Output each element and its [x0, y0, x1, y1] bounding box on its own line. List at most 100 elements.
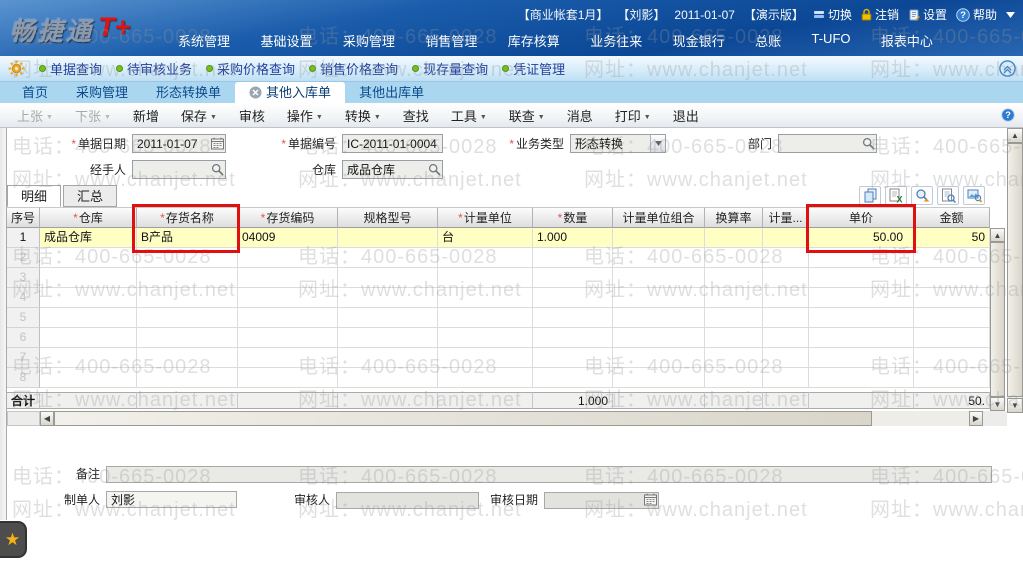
toolbar-button-消息[interactable]: 消息 [556, 106, 604, 125]
grid-cell[interactable] [705, 348, 763, 368]
grid-column-header-数量[interactable]: *数量 [533, 207, 613, 228]
main-menu-item[interactable]: 基础设置 [260, 31, 312, 50]
quick-link[interactable]: 凭证管理 [502, 59, 565, 78]
grid-cell[interactable] [763, 328, 809, 348]
scroll-thumb[interactable] [1007, 143, 1023, 397]
row-number-cell[interactable]: 1 [7, 228, 40, 248]
tab-采购管理[interactable]: 采购管理 [62, 82, 142, 103]
grid-toolbar-picture-lookup-icon[interactable] [963, 186, 985, 205]
table-row[interactable]: 3 [7, 268, 1007, 288]
grid-cell[interactable] [613, 288, 705, 308]
grid-cell[interactable] [338, 328, 438, 348]
table-row[interactable]: 5 [7, 308, 1007, 328]
scroll-down-button[interactable]: ▼ [990, 397, 1005, 411]
grid-toolbar-copy-icon[interactable] [859, 186, 881, 205]
toolbar-button-新增[interactable]: 新增 [122, 106, 170, 125]
grid-cell[interactable] [705, 268, 763, 288]
grid-cell[interactable] [763, 248, 809, 268]
scroll-right-button[interactable]: ▶ [969, 411, 983, 426]
calendar-icon[interactable] [644, 493, 657, 506]
grid-cell[interactable] [914, 368, 990, 388]
grid-cell[interactable] [914, 308, 990, 328]
grid-cell[interactable] [705, 368, 763, 388]
table-row[interactable]: 8 [7, 368, 1007, 388]
grid-cell[interactable] [40, 248, 137, 268]
tab-形态转换单[interactable]: 形态转换单 [142, 82, 235, 103]
main-menu-item[interactable]: 销售管理 [425, 31, 477, 50]
search-icon[interactable] [862, 137, 875, 150]
grid-cell[interactable] [438, 308, 533, 328]
help-icon[interactable]: ? [1001, 108, 1015, 122]
grid-column-header-计量...[interactable]: 计量... [763, 207, 809, 228]
toolbar-button-保存[interactable]: 保存 ▼ [170, 106, 228, 125]
grid-cell[interactable] [137, 268, 238, 288]
grid-cell[interactable] [238, 368, 338, 388]
scroll-thumb[interactable] [54, 411, 872, 426]
main-menu-item[interactable]: T-UFO [812, 31, 851, 50]
table-row[interactable]: 4 [7, 288, 1007, 308]
grid-cell[interactable] [338, 288, 438, 308]
header-action-注销[interactable]: 注销 [861, 6, 899, 23]
grid-cell[interactable] [809, 368, 914, 388]
row-number-cell[interactable]: 2 [7, 248, 40, 268]
grid-cell[interactable] [238, 268, 338, 288]
grid-cell[interactable] [137, 368, 238, 388]
grid-toolbar-batch-lookup-icon[interactable] [911, 186, 933, 205]
scroll-up-button[interactable]: ▲ [1007, 128, 1023, 143]
header-action-帮助[interactable]: ? 帮助 [956, 6, 997, 23]
grid-cell[interactable] [809, 348, 914, 368]
grid-cell[interactable] [705, 308, 763, 328]
grid-cell[interactable] [613, 308, 705, 328]
grid-cell[interactable] [438, 368, 533, 388]
grid-cell[interactable] [763, 368, 809, 388]
grid-cell[interactable] [809, 288, 914, 308]
grid-cell[interactable] [533, 368, 613, 388]
grid-cell[interactable] [705, 288, 763, 308]
main-menu-item[interactable]: 现金银行 [673, 31, 725, 50]
grid-cell[interactable] [914, 248, 990, 268]
grid-cell[interactable] [809, 328, 914, 348]
grid-cell[interactable] [40, 268, 137, 288]
row-number-cell[interactable]: 8 [7, 368, 40, 388]
grid-cell[interactable] [613, 248, 705, 268]
scroll-up-button[interactable]: ▲ [990, 228, 1005, 242]
grid-cell[interactable]: 04009 [238, 228, 338, 248]
creator-input[interactable] [106, 491, 237, 508]
grid-cell[interactable] [137, 348, 238, 368]
grid-cell[interactable] [338, 308, 438, 328]
grid-column-header-序号[interactable]: 序号 [7, 207, 40, 228]
grid-cell[interactable] [238, 348, 338, 368]
grid-column-header-仓库[interactable]: *仓库 [40, 207, 137, 228]
grid-cell[interactable] [137, 308, 238, 328]
grid-cell[interactable] [763, 288, 809, 308]
quick-link[interactable]: 销售价格查询 [309, 59, 398, 78]
scroll-left-button[interactable]: ◀ [40, 411, 54, 426]
table-row[interactable]: 7 [7, 348, 1007, 368]
grid-cell[interactable] [809, 308, 914, 328]
tab-close-icon[interactable] [249, 86, 262, 99]
biz-type-dropdown-button[interactable] [650, 135, 665, 152]
grid-cell[interactable] [914, 288, 990, 308]
grid-cell[interactable] [613, 228, 705, 248]
page-vertical-scrollbar[interactable]: ▲ ▼ [1007, 128, 1023, 413]
main-menu-item[interactable]: 业务往来 [590, 31, 642, 50]
main-menu-item[interactable]: 系统管理 [178, 31, 230, 50]
grid-cell[interactable] [238, 248, 338, 268]
main-menu-item[interactable]: 总账 [755, 31, 781, 50]
grid-cell[interactable] [914, 268, 990, 288]
toolbar-button-工具[interactable]: 工具 ▼ [440, 106, 498, 125]
main-menu-item[interactable]: 库存核算 [508, 31, 560, 50]
toolbar-button-审核[interactable]: 审核 [228, 106, 276, 125]
quick-link[interactable]: 单据查询 [39, 59, 102, 78]
grid-vertical-scrollbar[interactable]: ▲ ▼ [990, 228, 1005, 411]
grid-cell[interactable] [763, 228, 809, 248]
grid-cell[interactable] [763, 308, 809, 328]
grid-cell[interactable] [533, 248, 613, 268]
row-number-cell[interactable]: 4 [7, 288, 40, 308]
grid-cell[interactable] [438, 328, 533, 348]
grid-column-header-存货编码[interactable]: *存货编码 [238, 207, 338, 228]
grid-toolbar-document-preview-icon[interactable] [937, 186, 959, 205]
row-number-cell[interactable]: 5 [7, 308, 40, 328]
quick-link[interactable]: 采购价格查询 [206, 59, 295, 78]
grid-cell[interactable]: 50 [914, 228, 990, 248]
